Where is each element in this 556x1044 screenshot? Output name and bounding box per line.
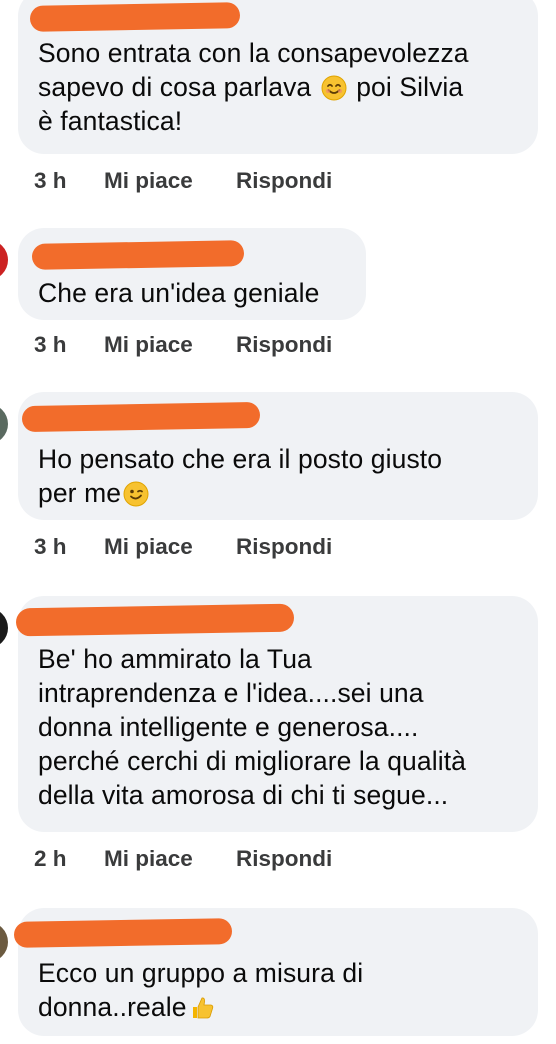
redacted-author-name [31, 240, 245, 270]
timestamp[interactable]: 3 h [34, 168, 67, 194]
comment-text: Ho pensato che era il posto giusto per m… [38, 444, 443, 508]
redacted-author-name [21, 401, 261, 433]
reply-button[interactable]: Rispondi [236, 534, 332, 560]
avatar[interactable] [0, 922, 8, 962]
timestamp[interactable]: 3 h [34, 332, 67, 358]
comment-text: Ecco un gruppo a misura di donna..reale [38, 958, 364, 1022]
timestamp[interactable]: 2 h [34, 846, 67, 872]
comment-text: Sono entrata con la consapevolezza sapev… [38, 38, 469, 136]
avatar[interactable] [0, 608, 8, 648]
like-button[interactable]: Mi piace [104, 332, 193, 358]
comments-thread: Sono entrata con la consapevolezza sapev… [0, 0, 556, 1044]
comment-bubble: Ho pensato che era il posto giusto per m… [18, 392, 538, 520]
redacted-author-name [13, 918, 233, 948]
smiling-face-icon [321, 75, 347, 101]
comment-text: Che era un'idea geniale [38, 278, 320, 308]
reply-button[interactable]: Rispondi [236, 168, 332, 194]
like-button[interactable]: Mi piace [104, 534, 193, 560]
like-button[interactable]: Mi piace [104, 168, 193, 194]
redacted-author-name [15, 603, 295, 637]
thumbs-up-icon [192, 997, 213, 1019]
redacted-author-name [29, 2, 241, 32]
avatar[interactable] [0, 404, 8, 444]
reply-button[interactable]: Rispondi [236, 332, 332, 358]
comment-bubble: Ecco un gruppo a misura di donna..reale [13, 908, 538, 1036]
comment-text: Be' ho ammirato la Tua intraprendenza e … [38, 644, 467, 810]
like-button[interactable]: Mi piace [104, 846, 193, 872]
timestamp[interactable]: 3 h [34, 534, 67, 560]
comment-bubble: Che era un'idea geniale [18, 228, 366, 320]
winking-face-icon [123, 481, 149, 507]
comment-bubble: Sono entrata con la consapevolezza sapev… [18, 0, 538, 154]
comment-bubble: Be' ho ammirato la Tua intraprendenza e … [15, 596, 538, 832]
reply-button[interactable]: Rispondi [236, 846, 332, 872]
avatar[interactable] [0, 240, 8, 280]
